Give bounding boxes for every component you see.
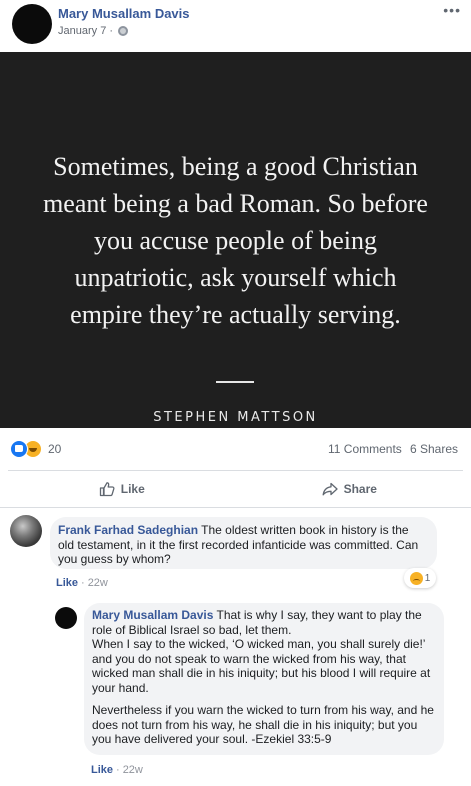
share-count[interactable]: 6 Shares — [410, 442, 458, 456]
like-button-label: Like — [120, 482, 145, 496]
reply-avatar[interactable] — [55, 607, 77, 629]
author-name[interactable]: Mary Musallam Davis — [58, 6, 190, 21]
reply-bubble: Mary Musallam Davis That is why I say, t… — [84, 603, 444, 755]
post-stats: 20 11 Comments 6 Shares — [0, 428, 471, 468]
meta-separator: · — [109, 25, 113, 37]
reply-timestamp[interactable]: 22w — [123, 764, 143, 776]
post-meta: January 7 · — [58, 25, 128, 37]
reply-meta-separator: · — [116, 764, 120, 776]
like-button[interactable]: Like — [8, 471, 236, 507]
commenter-avatar[interactable] — [10, 515, 42, 547]
share-button[interactable]: Share — [236, 471, 464, 507]
reply-text-2: When I say to the wicked, ‘O wicked man,… — [92, 637, 431, 695]
image-divider — [216, 381, 254, 383]
reply-paragraph-1: Mary Musallam Davis That is why I say, t… — [92, 608, 436, 695]
comment-reaction-count: 1 — [424, 572, 431, 584]
comment-reaction-badge[interactable]: 1 — [404, 568, 436, 588]
reply-like-link[interactable]: Like — [91, 764, 113, 776]
comment-like-link[interactable]: Like — [56, 577, 78, 589]
thumbs-up-icon — [99, 481, 115, 497]
share-button-label: Share — [343, 482, 377, 496]
sad-reaction-icon — [409, 571, 423, 585]
share-arrow-icon — [322, 481, 338, 497]
reply-meta: Like · 22w — [91, 764, 143, 776]
comments-divider — [0, 507, 471, 508]
comment-author[interactable]: Frank Farhad Sadeghian — [58, 523, 198, 537]
image-quote-text: Sometimes, being a good Christian meant … — [43, 152, 428, 329]
comment-bubble: Frank Farhad Sadeghian The oldest writte… — [50, 517, 437, 569]
more-options-icon[interactable]: ••• — [443, 2, 461, 18]
like-reaction-icon[interactable] — [10, 440, 28, 458]
globe-icon — [117, 26, 128, 36]
author-avatar[interactable] — [12, 4, 52, 44]
comment-timestamp[interactable]: 22w — [88, 577, 108, 589]
post-image[interactable]: Sometimes, being a good Christian meant … — [0, 52, 471, 428]
reply-author[interactable]: Mary Musallam Davis — [92, 608, 213, 622]
post-header: Mary Musallam Davis January 7 · ••• — [0, 0, 471, 52]
comment-count[interactable]: 11 Comments — [328, 442, 402, 456]
reply-text-3: Nevertheless if you warn the wicked to t… — [92, 703, 434, 746]
post-date[interactable]: January 7 — [58, 25, 106, 37]
facebook-post: Mary Musallam Davis January 7 · ••• Some… — [0, 0, 471, 786]
reply-paragraph-2: Nevertheless if you warn the wicked to t… — [92, 703, 436, 747]
comment-meta-separator: · — [81, 577, 85, 589]
image-quote-author: STEPHEN MATTSON — [153, 410, 318, 425]
comment-meta: Like · 22w — [56, 577, 108, 589]
reaction-count[interactable]: 20 — [48, 442, 61, 456]
post-actions: Like Share — [8, 470, 463, 507]
